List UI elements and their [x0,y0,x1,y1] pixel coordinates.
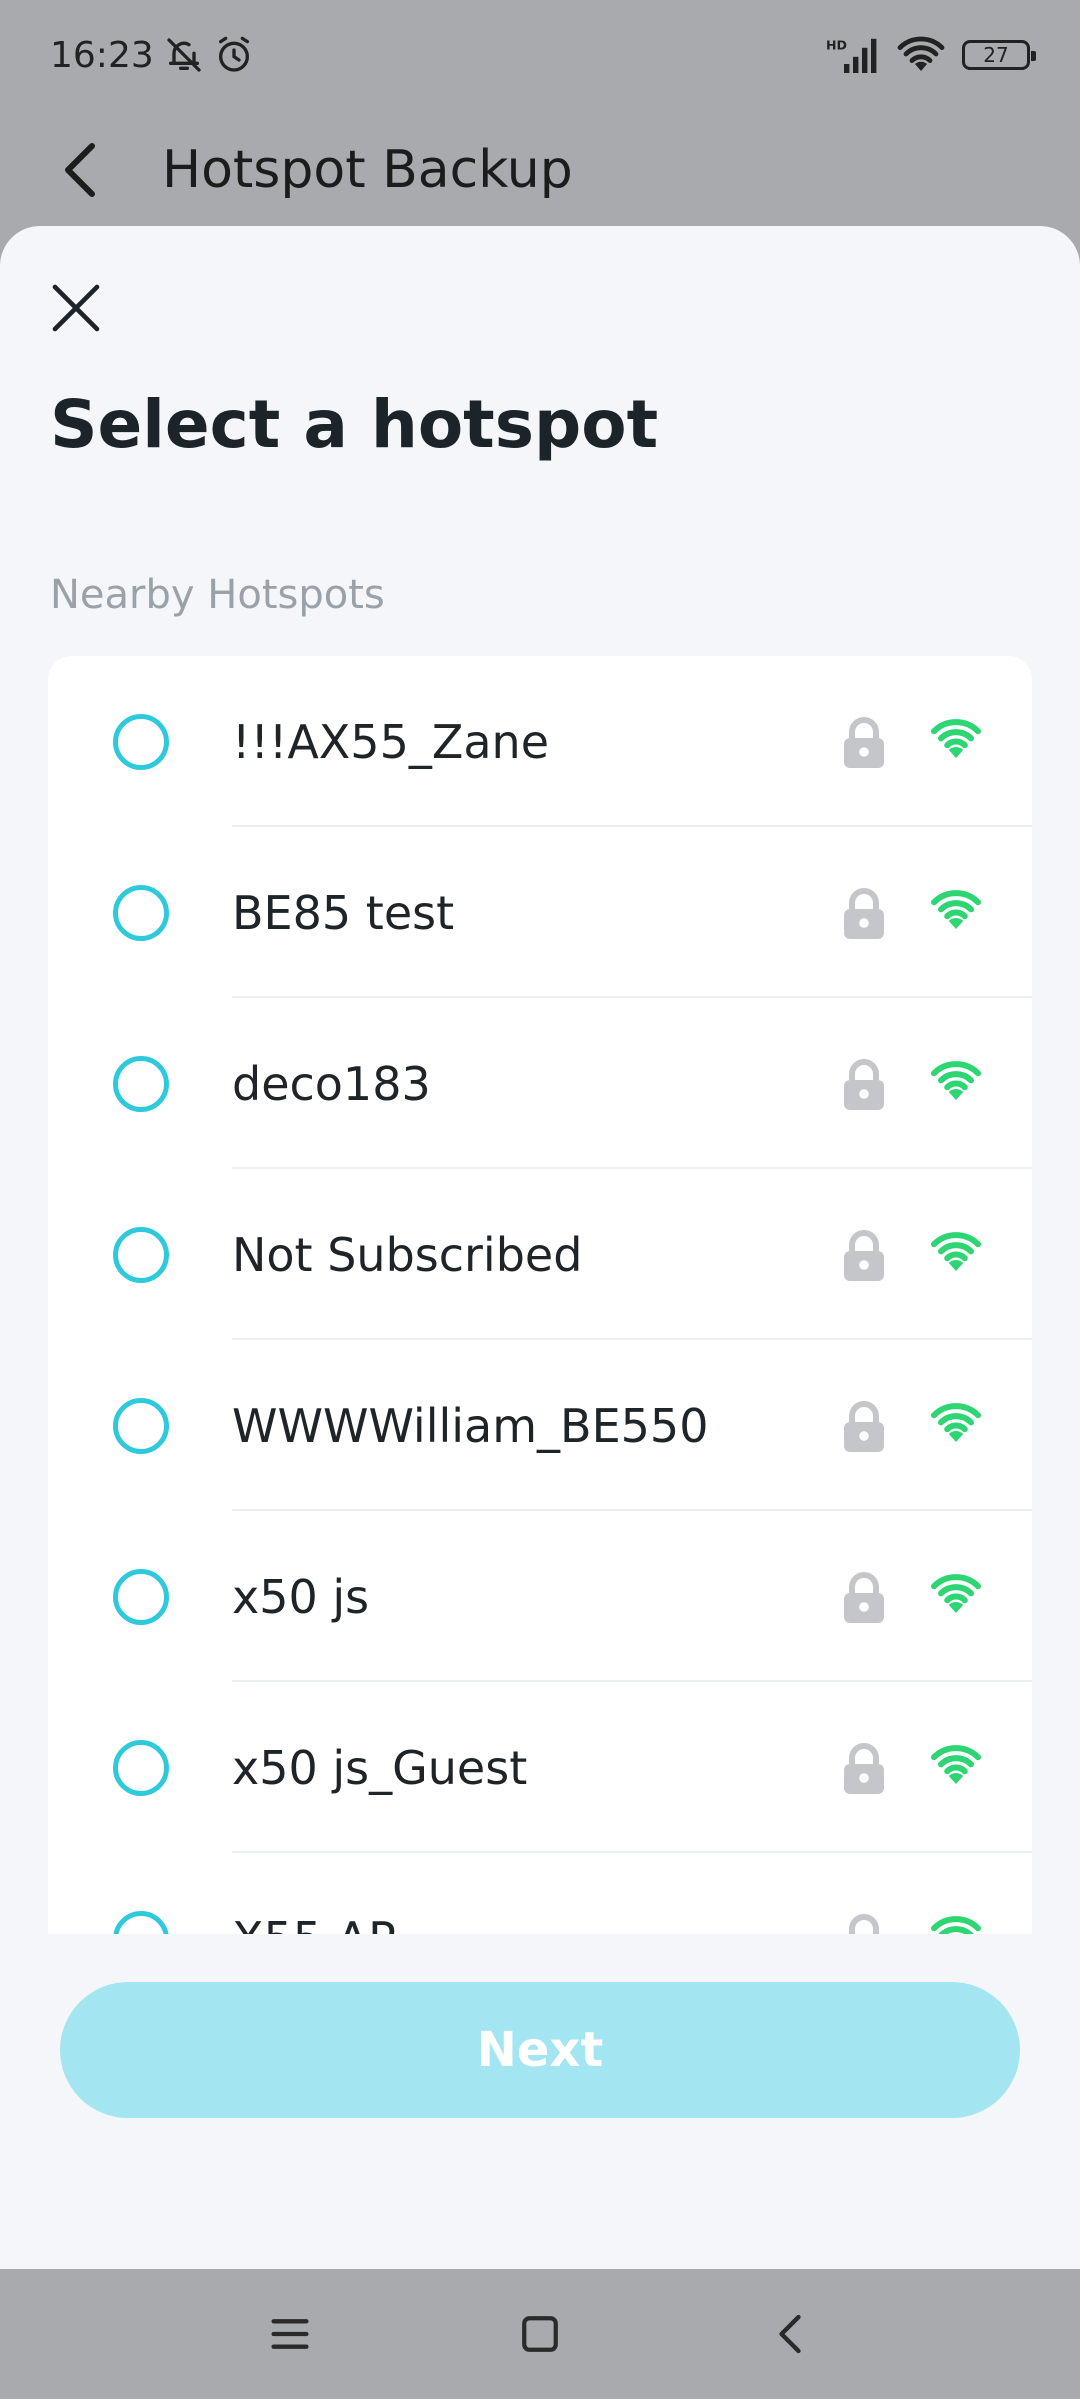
status-bar: 16:23 HD 27 [0,0,1080,110]
section-label-nearby: Nearby Hotspots [50,572,385,618]
system-nav-bar [0,2269,1080,2399]
close-icon [52,284,100,332]
hotspot-name: WWWWilliam_BE550 [232,1398,709,1453]
alarm-icon [218,36,249,72]
wifi-signal-icon [931,719,981,758]
hotspot-name: x50 js_Guest [232,1740,528,1795]
status-time: 16:23 [50,34,154,76]
close-button[interactable] [40,272,112,344]
menu-icon [271,2319,309,2349]
nav-menu-button[interactable] [250,2294,330,2374]
hotspot-sheet: Select a hotspot Nearby Hotspots !!!AX55… [0,226,1080,2269]
page-title: Hotspot Backup [162,140,573,200]
hd-signal-icon: HD [826,38,877,73]
lock-icon [844,1230,884,1281]
hotspot-row[interactable]: BE85 test [48,827,1032,998]
hotspot-name: BE85 test [232,885,455,940]
hotspot-radio[interactable] [113,713,169,770]
hotspot-radio[interactable] [113,1739,169,1796]
lock-icon [849,1914,879,1934]
wifi-signal-icon [931,890,981,929]
bell-off-icon [167,38,201,72]
lock-icon [844,1572,884,1623]
lock-icon [844,717,884,768]
hotspot-row[interactable]: X55 AP [48,1853,1032,1934]
back-button[interactable] [40,130,120,210]
battery-level: 27 [983,43,1009,67]
battery-icon: 27 [962,40,1036,70]
wifi-signal-icon [931,1574,981,1613]
lock-icon [844,1743,884,1794]
hotspot-radio[interactable] [113,1910,169,1934]
hotspot-name: x50 js [232,1569,370,1624]
app-header: Hotspot Backup [0,110,1080,230]
nav-back-button[interactable] [750,2294,830,2374]
hotspot-row[interactable]: deco183 [48,998,1032,1169]
lock-icon [844,888,884,939]
wifi-signal-icon [931,1061,981,1100]
hotspot-radio[interactable] [113,1568,169,1625]
wifi-status-icon [897,36,945,71]
hotspot-name: deco183 [232,1056,431,1111]
status-left-icons [164,35,254,75]
back-icon [779,2314,801,2354]
hotspot-list: !!!AX55_Zane BE85 test deco183 Not Subscrib… [48,656,1032,1934]
hotspot-name: X55 AP [232,1912,396,1935]
hotspot-row[interactable]: !!!AX55_Zane [48,656,1032,827]
svg-text:HD: HD [826,38,847,53]
hotspot-name: Not Subscribed [232,1227,583,1282]
next-button[interactable]: Next [60,1982,1020,2118]
lock-icon [844,1059,884,1110]
hotspot-radio[interactable] [113,1397,169,1454]
status-right-icons: HD 27 [826,35,1036,75]
home-icon [522,2316,558,2352]
chevron-left-icon [65,143,95,197]
hotspot-row[interactable]: x50 js_Guest [48,1682,1032,1853]
nav-home-button[interactable] [500,2294,580,2374]
hotspot-radio[interactable] [113,1055,169,1112]
hotspot-row[interactable]: x50 js [48,1511,1032,1682]
wifi-signal-icon [931,1232,981,1271]
wifi-signal-icon [931,1403,981,1442]
wifi-signal-icon [931,1916,981,1934]
hotspot-radio[interactable] [113,1226,169,1283]
wifi-signal-icon [931,1745,981,1784]
hotspot-name: !!!AX55_Zane [232,714,549,769]
hotspot-radio[interactable] [113,884,169,941]
hotspot-row[interactable]: Not Subscribed [48,1169,1032,1340]
lock-icon [844,1401,884,1452]
hotspot-row[interactable]: WWWWilliam_BE550 [48,1340,1032,1511]
sheet-title: Select a hotspot [50,386,659,463]
